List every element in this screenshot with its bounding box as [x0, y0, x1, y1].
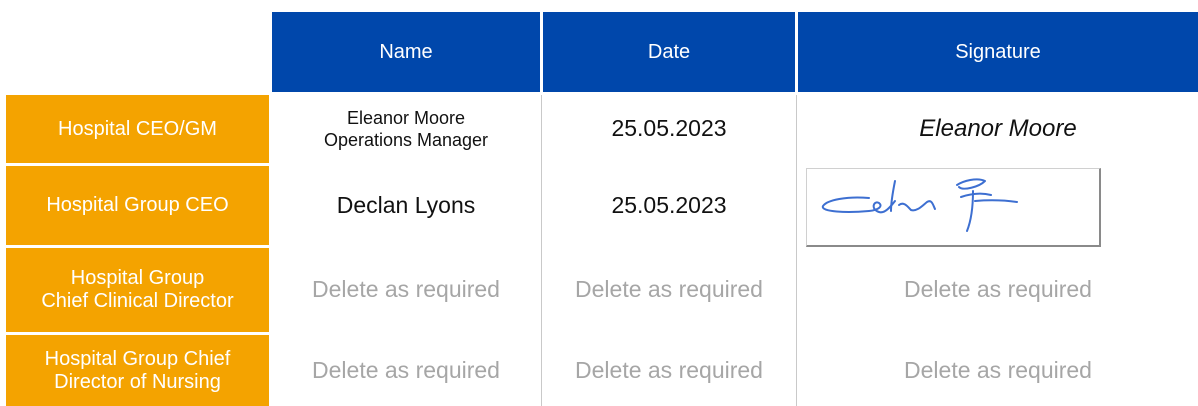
role-label: Hospital CEO/GM [58, 117, 217, 140]
approval-signature-table: Name Date Signature Hospital CEO/GM Hosp… [0, 0, 1198, 406]
role-label-line1: Hospital Group [70, 267, 205, 289]
typed-signature: Eleanor Moore [919, 114, 1077, 142]
header-name-label: Name [379, 41, 433, 63]
placeholder-text: Delete as required [575, 276, 763, 303]
placeholder-text: Delete as required [575, 356, 763, 383]
header-signature: Signature [798, 12, 1198, 92]
row2-name-cell: Declan Lyons [272, 166, 540, 245]
role-label: Hospital Group CEO [46, 194, 229, 216]
role-label-line1: Hospital Group Chief [44, 347, 231, 370]
header-name: Name [272, 12, 540, 92]
row2-signature-cell [806, 168, 1101, 247]
row3-name-cell: Delete as required [272, 248, 540, 332]
placeholder-text: Delete as required [312, 356, 500, 383]
row3-signature-cell: Delete as required [798, 248, 1198, 332]
signatory-name: Eleanor Moore [346, 107, 466, 128]
signatory-name: Declan Lyons [336, 191, 476, 218]
signed-date: 25.05.2023 [611, 115, 727, 142]
signatory-title: Operations Manager [323, 130, 489, 150]
role-hospital-group-ceo: Hospital Group CEO [6, 166, 269, 245]
handwritten-signature-icon [821, 178, 1018, 232]
row4-signature-cell: Delete as required [798, 335, 1198, 406]
column-separator [796, 95, 797, 406]
role-label-line2: Chief Clinical Director [41, 290, 234, 312]
header-signature-label: Signature [955, 41, 1041, 63]
row1-date-cell: 25.05.2023 [543, 95, 795, 163]
row1-signature-cell: Eleanor Moore [798, 95, 1198, 163]
header-date: Date [543, 12, 795, 92]
row2-date-cell: 25.05.2023 [543, 166, 795, 245]
placeholder-text: Delete as required [904, 356, 1092, 383]
placeholder-text: Delete as required [904, 276, 1092, 303]
row3-date-cell: Delete as required [543, 248, 795, 332]
header-date-label: Date [647, 41, 691, 63]
row4-date-cell: Delete as required [543, 335, 795, 406]
role-hospital-ceo-gm: Hospital CEO/GM [6, 95, 269, 163]
role-chief-director-of-nursing: Hospital Group Chief Director of Nursing [6, 335, 269, 406]
column-separator [541, 95, 542, 406]
signed-date: 25.05.2023 [611, 191, 727, 218]
placeholder-text: Delete as required [312, 276, 500, 303]
role-chief-clinical-director: Hospital Group Chief Clinical Director [6, 248, 269, 332]
role-label-line2: Director of Nursing [54, 370, 221, 393]
row4-name-cell: Delete as required [272, 335, 540, 406]
row1-name-cell: Eleanor Moore Operations Manager [272, 95, 540, 163]
